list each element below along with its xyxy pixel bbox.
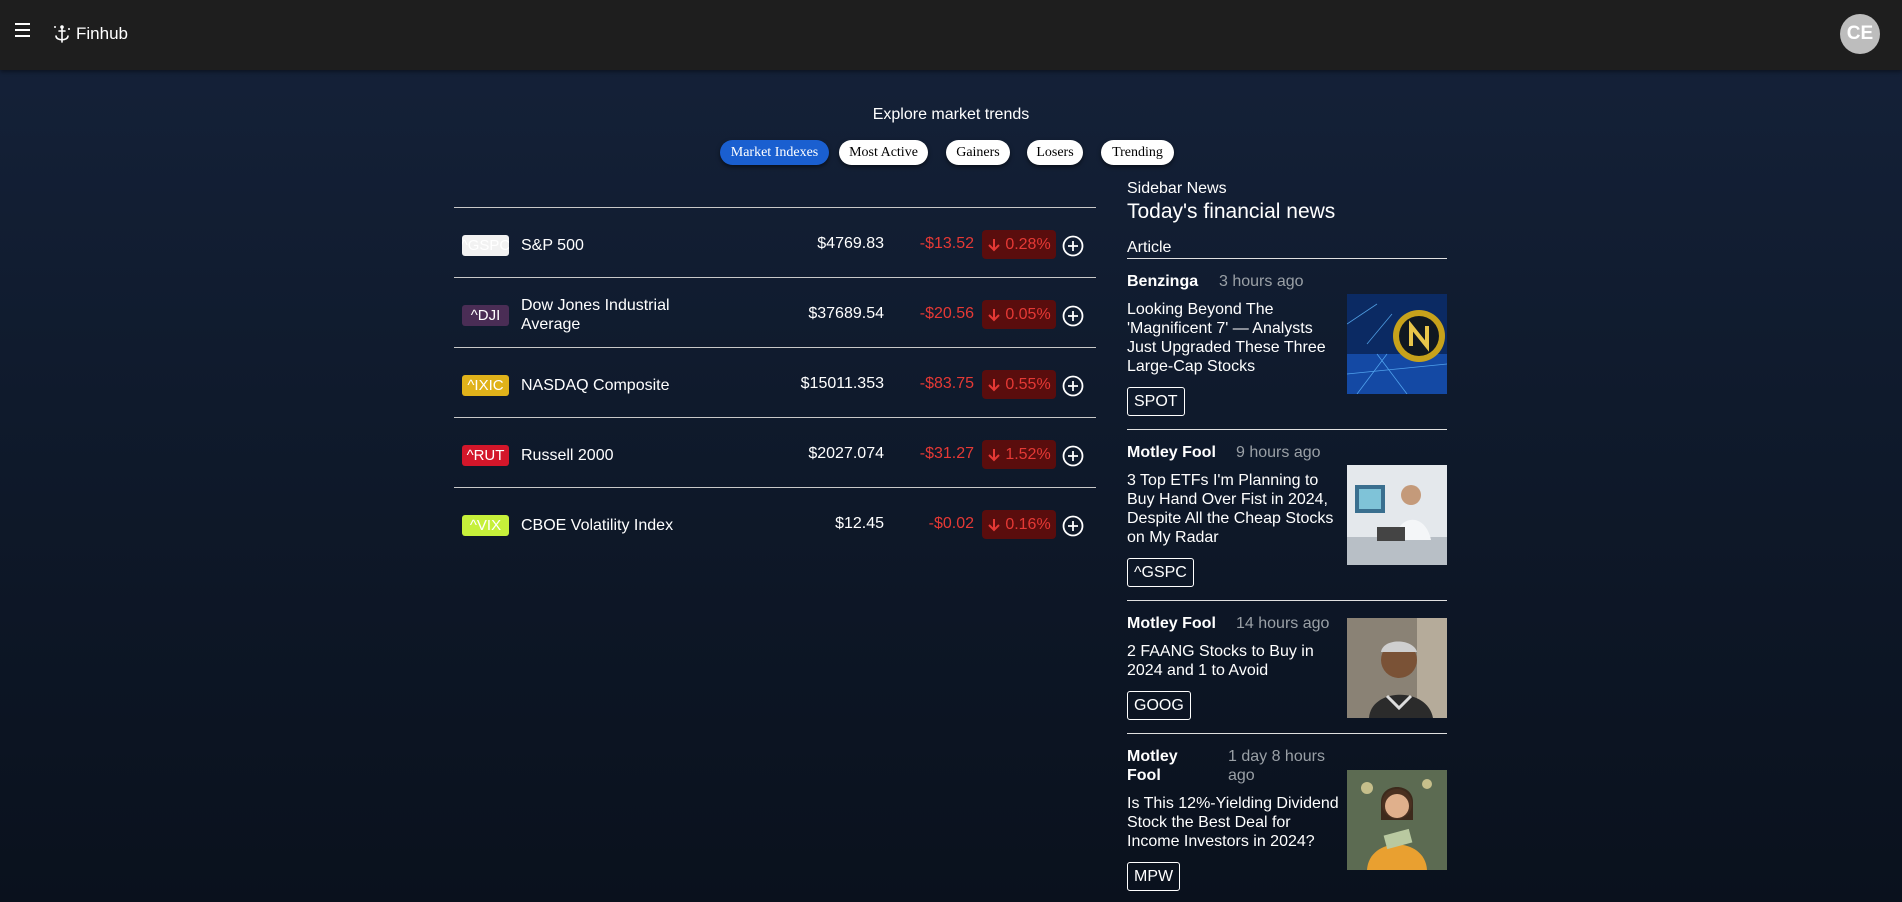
- percent-value: 1.52%: [1005, 445, 1051, 463]
- tab-most-active[interactable]: Most Active: [839, 140, 928, 165]
- user-avatar[interactable]: CE: [1840, 14, 1880, 54]
- add-circle-icon[interactable]: [1062, 235, 1084, 257]
- index-name: NASDAQ Composite: [521, 377, 670, 394]
- article-source: Motley Fool: [1127, 615, 1216, 632]
- arrow-down-icon: [988, 238, 1001, 251]
- arrow-down-icon: [988, 378, 1001, 391]
- tab-market-indexes[interactable]: Market Indexes: [720, 140, 829, 165]
- add-circle-icon[interactable]: [1062, 305, 1084, 327]
- section-title: Explore market trends: [872, 106, 1030, 123]
- article-source: Motley Fool: [1127, 444, 1216, 461]
- add-circle-icon[interactable]: [1062, 375, 1084, 397]
- index-name: S&P 500: [521, 237, 584, 254]
- news-article[interactable]: Motley Fool 9 hours ago 3 Top ETFs I'm P…: [1127, 430, 1447, 601]
- percent-value: 0.55%: [1005, 375, 1051, 393]
- article-column-header: Article: [1127, 239, 1447, 259]
- article-thumbnail[interactable]: [1347, 770, 1447, 870]
- news-article[interactable]: Motley Fool 14 hours ago 2 FAANG Stocks …: [1127, 601, 1447, 734]
- index-row[interactable]: ^VIX CBOE Volatility Index $12.45 -$0.02…: [454, 487, 1096, 557]
- index-price: $4769.83: [817, 235, 884, 252]
- percent-change-badge: 0.28%: [982, 230, 1056, 259]
- logo[interactable]: Finhub: [50, 22, 128, 46]
- index-row[interactable]: ^IXIC NASDAQ Composite $15011.353 -$83.7…: [454, 347, 1096, 417]
- index-change: -$20.56: [919, 305, 974, 322]
- add-circle-icon[interactable]: [1062, 515, 1084, 537]
- index-name: CBOE Volatility Index: [521, 517, 674, 534]
- arrow-down-icon: [988, 518, 1001, 531]
- index-row[interactable]: ^RUT Russell 2000 $2027.074 -$31.27 1.52…: [454, 417, 1096, 487]
- article-thumbnail[interactable]: [1347, 294, 1447, 394]
- finhub-logo-icon: [54, 25, 70, 43]
- index-change: -$31.27: [919, 445, 974, 462]
- article-ticker-chip[interactable]: ^GSPC: [1127, 558, 1194, 587]
- news-title: Today's financial news: [1127, 200, 1336, 223]
- article-time: 1 day 8 hours ago: [1228, 748, 1325, 784]
- tab-losers[interactable]: Losers: [1027, 140, 1083, 165]
- market-index-list: ^GSPC S&P 500 $4769.83 -$13.52 0.28% ^DJ…: [454, 207, 1096, 557]
- index-price: $12.45: [835, 515, 884, 532]
- article-thumbnail[interactable]: [1347, 618, 1447, 718]
- article-headline[interactable]: 3 Top ETFs I'm Planning to Buy Hand Over…: [1127, 471, 1342, 547]
- article-headline[interactable]: Looking Beyond The 'Magnificent 7' — Ana…: [1127, 300, 1342, 376]
- index-change: -$0.02: [928, 515, 974, 532]
- top-app-bar: Finhub CE: [0, 0, 1902, 70]
- percent-value: 0.28%: [1005, 235, 1051, 253]
- news-overline: Sidebar News: [1127, 180, 1227, 197]
- index-row[interactable]: ^DJI Dow Jones Industrial Average $37689…: [454, 277, 1096, 347]
- percent-change-badge: 0.05%: [982, 300, 1056, 329]
- percent-value: 0.05%: [1005, 305, 1051, 323]
- tab-gainers[interactable]: Gainers: [946, 140, 1010, 165]
- arrow-down-icon: [988, 448, 1001, 461]
- crypto-coin-image-icon: [1347, 294, 1447, 394]
- percent-change-badge: 1.52%: [982, 440, 1056, 469]
- index-name: Dow Jones Industrial Average: [521, 297, 670, 333]
- article-thumbnail[interactable]: [1347, 465, 1447, 565]
- symbol-badge: ^VIX: [462, 515, 509, 536]
- symbol-badge: ^GSPC: [462, 235, 509, 256]
- index-name: Russell 2000: [521, 447, 614, 464]
- symbol-badge: ^RUT: [462, 445, 509, 466]
- news-article[interactable]: Benzinga 3 hours ago Looking Beyond The …: [1127, 259, 1447, 430]
- smiling-man-image-icon: [1347, 618, 1447, 718]
- article-headline[interactable]: 2 FAANG Stocks to Buy in 2024 and 1 to A…: [1127, 642, 1342, 680]
- article-ticker-chip[interactable]: GOOG: [1127, 691, 1191, 720]
- woman-with-cash-image-icon: [1347, 770, 1447, 870]
- sidebar-news: Sidebar News Today's financial news Arti…: [1127, 180, 1447, 894]
- article-headline[interactable]: Is This 12%-Yielding Dividend Stock the …: [1127, 794, 1342, 851]
- menu-icon[interactable]: [15, 23, 32, 39]
- article-source: Motley Fool: [1127, 748, 1178, 784]
- add-circle-icon[interactable]: [1062, 445, 1084, 467]
- article-time: 3 hours ago: [1219, 273, 1304, 290]
- tab-trending[interactable]: Trending: [1101, 140, 1174, 165]
- percent-value: 0.16%: [1005, 515, 1051, 533]
- article-ticker-chip[interactable]: MPW: [1127, 862, 1181, 891]
- article-ticker-chip[interactable]: SPOT: [1127, 387, 1185, 416]
- index-row[interactable]: ^GSPC S&P 500 $4769.83 -$13.52 0.28%: [454, 207, 1096, 277]
- index-change: -$83.75: [919, 375, 974, 392]
- index-change: -$13.52: [919, 235, 974, 252]
- arrow-down-icon: [988, 308, 1001, 321]
- index-price: $15011.353: [800, 375, 884, 392]
- news-article[interactable]: Motley Fool 1 day 8 hours ago Is This 12…: [1127, 734, 1447, 894]
- article-time: 9 hours ago: [1236, 444, 1321, 461]
- percent-change-badge: 0.55%: [982, 370, 1056, 399]
- article-time: 14 hours ago: [1236, 615, 1330, 632]
- index-price: $37689.54: [808, 305, 884, 322]
- office-worker-image-icon: [1347, 465, 1447, 565]
- percent-change-badge: 0.16%: [982, 510, 1056, 539]
- article-source: Benzinga: [1127, 273, 1199, 290]
- index-price: $2027.074: [808, 445, 884, 462]
- symbol-badge: ^DJI: [462, 305, 509, 326]
- app-name: Finhub: [76, 24, 128, 43]
- symbol-badge: ^IXIC: [462, 375, 509, 396]
